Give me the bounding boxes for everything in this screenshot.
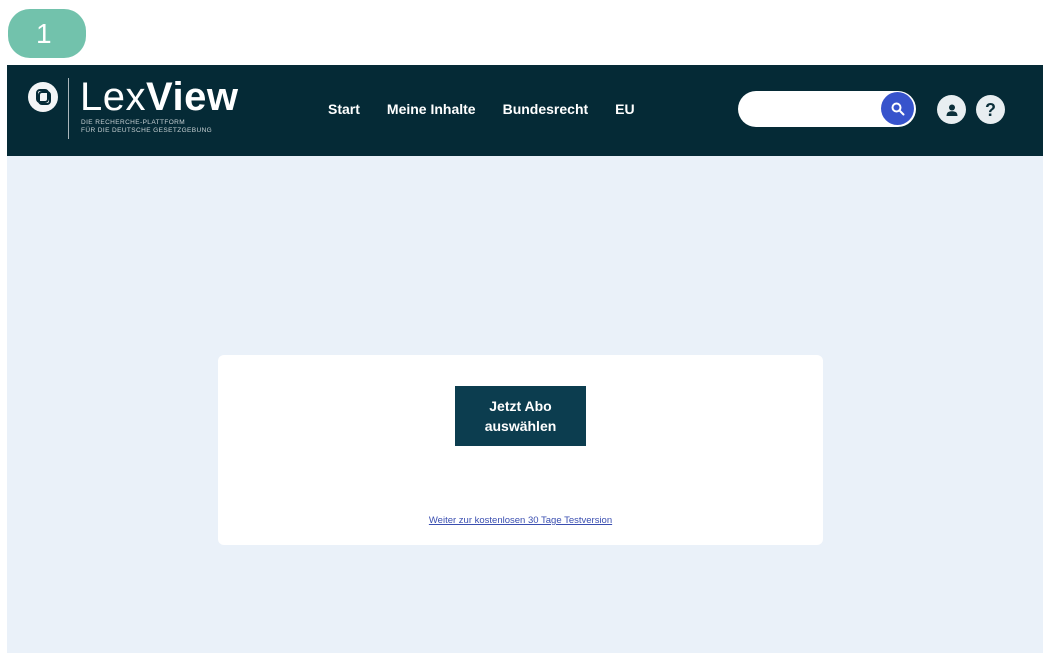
logo-name-bold: View bbox=[146, 75, 239, 119]
search-button[interactable] bbox=[881, 92, 914, 125]
app-window: LexView DIE RECHERCHE-PLATTFORM FÜR DIE … bbox=[7, 65, 1043, 653]
account-button[interactable] bbox=[937, 95, 966, 124]
logo-wordmark[interactable]: LexView bbox=[80, 76, 238, 118]
subscription-card: Jetzt Abo auswählen Weiter zur kostenlos… bbox=[218, 355, 823, 545]
help-button[interactable]: ? bbox=[976, 95, 1005, 124]
top-navigation-bar: LexView DIE RECHERCHE-PLATTFORM FÜR DIE … bbox=[7, 65, 1043, 156]
nav-item-bundesrecht[interactable]: Bundesrecht bbox=[503, 101, 589, 117]
logo-tagline-line1: DIE RECHERCHE-PLATTFORM bbox=[81, 119, 186, 126]
help-icon: ? bbox=[985, 99, 996, 120]
search-icon bbox=[891, 102, 904, 115]
free-trial-link[interactable]: Weiter zur kostenlosen 30 Tage Testversi… bbox=[218, 515, 823, 526]
lexview-logo-icon[interactable] bbox=[28, 82, 58, 112]
nav-item-eu[interactable]: EU bbox=[615, 101, 634, 117]
user-icon bbox=[946, 104, 957, 116]
nav-item-meine-inhalte[interactable]: Meine Inhalte bbox=[387, 101, 476, 117]
choose-subscription-button[interactable]: Jetzt Abo auswählen bbox=[455, 386, 586, 446]
step-number: 1 bbox=[36, 17, 52, 49]
nav-item-start[interactable]: Start bbox=[328, 101, 360, 117]
main-navigation: Start Meine Inhalte Bundesrecht EU bbox=[328, 101, 635, 117]
search-box bbox=[738, 91, 916, 127]
step-number-badge: 1 bbox=[8, 9, 86, 58]
logo-tagline-line2: FÜR DIE DEUTSCHE GESETZGEBUNG bbox=[81, 127, 213, 134]
logo-divider bbox=[68, 78, 69, 139]
logo-name-light: Lex bbox=[80, 75, 146, 119]
search-input[interactable] bbox=[752, 99, 872, 119]
